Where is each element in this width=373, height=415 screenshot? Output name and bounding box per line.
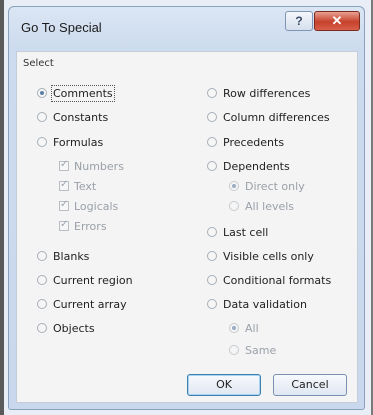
option-same-label: Same bbox=[245, 343, 277, 357]
option-formulas[interactable]: Formulas bbox=[37, 134, 103, 150]
option-all[interactable]: All bbox=[229, 320, 259, 336]
radio-icon[interactable] bbox=[207, 275, 217, 285]
checkbox-icon[interactable] bbox=[59, 179, 69, 191]
option-data-validation[interactable]: Data validation bbox=[207, 296, 307, 312]
radio-icon[interactable] bbox=[37, 275, 47, 285]
option-row-differences[interactable]: Row differences bbox=[207, 85, 310, 101]
radio-icon[interactable] bbox=[229, 345, 239, 355]
option-all-levels-label: All levels bbox=[245, 199, 295, 213]
checkbox-icon[interactable] bbox=[59, 219, 69, 231]
option-column-differences-label: Column differences bbox=[223, 110, 330, 124]
select-group-label: Select bbox=[23, 58, 54, 69]
radio-icon[interactable] bbox=[37, 112, 47, 122]
ok-button[interactable]: OK bbox=[187, 374, 261, 396]
option-conditional-formats[interactable]: Conditional formats bbox=[207, 272, 331, 288]
option-objects-label: Objects bbox=[53, 321, 95, 335]
option-formulas-label: Formulas bbox=[53, 135, 104, 149]
checkbox-icon[interactable] bbox=[59, 199, 69, 211]
title-bar[interactable]: Go To Special ? ✕ bbox=[9, 7, 364, 51]
option-visible-cells-only[interactable]: Visible cells only bbox=[207, 248, 314, 264]
option-direct-only-label: Direct only bbox=[245, 179, 305, 193]
radio-icon[interactable] bbox=[37, 137, 47, 147]
option-current-array[interactable]: Current array bbox=[37, 296, 127, 312]
radio-icon[interactable] bbox=[207, 88, 217, 98]
option-dependents-label: Dependents bbox=[223, 159, 290, 173]
cancel-button[interactable]: Cancel bbox=[273, 374, 347, 396]
checkbox-numbers[interactable]: Numbers bbox=[59, 158, 124, 174]
radio-icon[interactable] bbox=[207, 227, 217, 237]
dialog-title: Go To Special bbox=[21, 20, 102, 35]
radio-icon[interactable] bbox=[37, 251, 47, 261]
radio-icon[interactable] bbox=[207, 299, 217, 309]
option-objects[interactable]: Objects bbox=[37, 320, 95, 336]
option-current-region-label: Current region bbox=[53, 273, 133, 287]
radio-icon[interactable] bbox=[207, 251, 217, 261]
option-dependents[interactable]: Dependents bbox=[207, 158, 290, 174]
option-direct-only[interactable]: Direct only bbox=[229, 178, 305, 194]
radio-icon[interactable] bbox=[37, 323, 47, 333]
option-conditional-formats-label: Conditional formats bbox=[223, 273, 332, 287]
option-current-array-label: Current array bbox=[53, 297, 127, 311]
option-all-label: All bbox=[245, 321, 259, 335]
option-comments-label: Comments bbox=[51, 84, 115, 102]
option-row-differences-label: Row differences bbox=[223, 86, 311, 100]
radio-icon[interactable] bbox=[229, 201, 239, 211]
option-visible-cells-only-label: Visible cells only bbox=[223, 249, 314, 263]
option-all-levels[interactable]: All levels bbox=[229, 198, 294, 214]
close-button[interactable]: ✕ bbox=[314, 11, 360, 31]
checkbox-icon[interactable] bbox=[59, 159, 69, 171]
option-constants-label: Constants bbox=[53, 110, 109, 124]
checkbox-numbers-label: Numbers bbox=[74, 159, 124, 173]
radio-selected-icon[interactable] bbox=[229, 323, 239, 333]
checkbox-text-label: Text bbox=[74, 179, 97, 193]
radio-selected-icon[interactable] bbox=[229, 181, 239, 191]
option-current-region[interactable]: Current region bbox=[37, 272, 133, 288]
background-edge-left bbox=[0, 0, 4, 415]
option-blanks[interactable]: Blanks bbox=[37, 248, 89, 264]
radio-icon[interactable] bbox=[207, 161, 217, 171]
option-precedents[interactable]: Precedents bbox=[207, 134, 284, 150]
checkbox-logicals[interactable]: Logicals bbox=[59, 198, 118, 214]
select-group: Select Comments Constants Formulas Numbe… bbox=[16, 51, 358, 403]
radio-icon[interactable] bbox=[37, 299, 47, 309]
checkbox-text[interactable]: Text bbox=[59, 178, 96, 194]
option-column-differences[interactable]: Column differences bbox=[207, 109, 330, 125]
radio-icon[interactable] bbox=[207, 137, 217, 147]
option-last-cell[interactable]: Last cell bbox=[207, 224, 268, 240]
option-constants[interactable]: Constants bbox=[37, 109, 108, 125]
option-last-cell-label: Last cell bbox=[223, 225, 269, 239]
option-blanks-label: Blanks bbox=[53, 249, 90, 263]
radio-selected-icon[interactable] bbox=[37, 88, 47, 98]
checkbox-errors[interactable]: Errors bbox=[59, 218, 107, 234]
option-precedents-label: Precedents bbox=[223, 135, 285, 149]
option-same[interactable]: Same bbox=[229, 342, 276, 358]
checkbox-logicals-label: Logicals bbox=[74, 199, 119, 213]
option-data-validation-label: Data validation bbox=[223, 297, 307, 311]
help-button[interactable]: ? bbox=[285, 11, 313, 31]
go-to-special-dialog: Go To Special ? ✕ Select Comments Consta… bbox=[8, 6, 365, 410]
checkbox-errors-label: Errors bbox=[74, 219, 107, 233]
option-comments[interactable]: Comments bbox=[37, 84, 115, 102]
radio-icon[interactable] bbox=[207, 112, 217, 122]
